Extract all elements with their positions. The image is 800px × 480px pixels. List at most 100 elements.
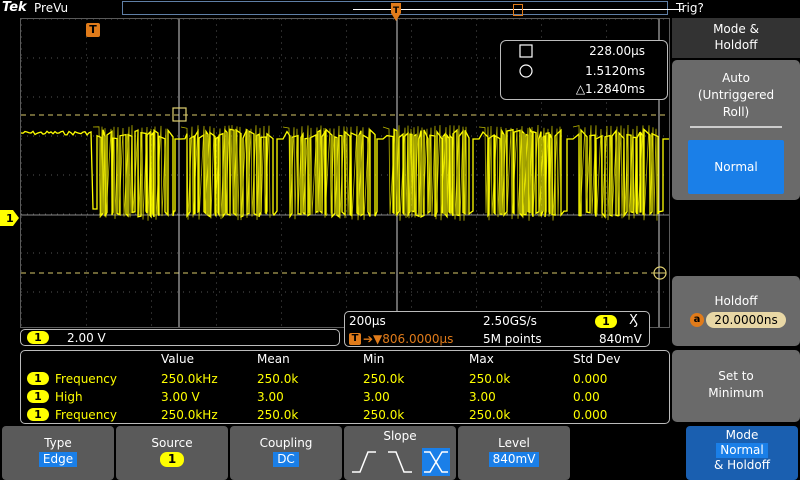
- trigger-source-button[interactable]: Source 1: [116, 426, 228, 480]
- cursor-a-row: 228.00µs: [501, 43, 669, 61]
- table-row[interactable]: 1 High 3.00 V 3.00 3.00 3.00 0.00: [21, 388, 669, 406]
- measurement-min: 250.0k: [363, 408, 405, 422]
- cursor-a-value: 228.00µs: [589, 44, 645, 58]
- measurement-mean: 250.0k: [257, 408, 299, 422]
- measurement-stddev: 0.000: [573, 408, 608, 422]
- channel1-scale-readout[interactable]: 1 2.00 V: [20, 329, 340, 346]
- mode-line1: Mode: [725, 428, 759, 442]
- measurement-max: 250.0k: [469, 372, 511, 386]
- row-channel-badge: 1: [27, 372, 49, 385]
- row-channel-badge: 1: [27, 408, 49, 421]
- trigger-type-button[interactable]: Type Edge: [2, 426, 114, 480]
- trigger-coupling-button[interactable]: Coupling DC: [230, 426, 342, 480]
- record-length: 5M points: [483, 332, 542, 346]
- trigger-position-icon: T: [349, 333, 361, 345]
- horizontal-scale: 200µs: [349, 314, 386, 328]
- measurement-name: Frequency: [55, 372, 117, 386]
- measurement-value: 250.0kHz: [161, 408, 218, 422]
- holdoff-button[interactable]: Holdoff a 20.0000ns: [672, 276, 800, 346]
- row-channel-badge: 1: [27, 390, 49, 403]
- brand-logo: Tek: [2, 0, 27, 15]
- measurement-stddev: 0.000: [573, 372, 608, 386]
- measurement-mean: 250.0k: [257, 372, 299, 386]
- mode-line3: & Holdoff: [713, 458, 771, 472]
- trigger-type-label: Type: [44, 436, 72, 450]
- bottom-menu: Type Edge Source 1 Coupling DC Slope Lev…: [0, 426, 800, 480]
- measurement-mean: 3.00: [257, 390, 284, 404]
- set-to-minimum-line1: Set to: [718, 369, 754, 383]
- measurement-value: 3.00 V: [161, 390, 200, 404]
- measurement-stddev: 0.00: [573, 390, 600, 404]
- trigger-coupling-value: DC: [273, 452, 299, 467]
- multipurpose-knob-a-icon: a: [690, 313, 704, 327]
- trigger-level-readout: 840mV: [599, 332, 642, 346]
- rising-edge-icon[interactable]: [350, 448, 378, 476]
- cursor-delta-value: △1.2840ms: [575, 82, 645, 96]
- record-trigger-arrow-label: T: [393, 6, 400, 16]
- record-window-marker[interactable]: [513, 4, 523, 16]
- trigger-position-value: ➔▼806.0000µs: [363, 332, 454, 346]
- column-header-stddev: Std Dev: [573, 352, 621, 366]
- channel1-badge: 1: [27, 331, 49, 344]
- trigger-slope-label: Slope: [383, 429, 417, 443]
- holdoff-value[interactable]: 20.0000ns: [706, 312, 786, 328]
- measurement-name: Frequency: [55, 408, 117, 422]
- trigger-source-badge: 1: [595, 315, 617, 328]
- trigger-coupling-label: Coupling: [259, 436, 313, 450]
- either-edge-icon[interactable]: [422, 448, 450, 476]
- trigger-slope-button[interactable]: Slope: [344, 426, 456, 480]
- mode-auto-option[interactable]: Auto (Untriggered Roll): [672, 70, 800, 121]
- side-menu: Mode & Holdoff Auto (Untriggered Roll) N…: [672, 18, 800, 424]
- acquisition-mode-label: PreVu: [34, 1, 69, 15]
- sample-rate: 2.50GS/s: [483, 314, 537, 328]
- mode-divider: [690, 126, 782, 128]
- side-menu-title: Mode & Holdoff: [672, 18, 800, 58]
- table-row[interactable]: 1 Frequency 250.0kHz 250.0k 250.0k 250.0…: [21, 370, 669, 388]
- holdoff-label: Holdoff: [714, 294, 758, 308]
- measurement-table: Value Mean Min Max Std Dev 1 Frequency 2…: [20, 350, 670, 424]
- trigger-mode-holdoff-button[interactable]: Mode Normal & Holdoff: [686, 426, 798, 480]
- trigger-status: Trig?: [676, 1, 704, 15]
- trigger-position-marker-icon[interactable]: T: [86, 23, 100, 37]
- measurement-name: High: [55, 390, 83, 404]
- trigger-mode-selector[interactable]: Auto (Untriggered Roll) Normal: [672, 60, 800, 200]
- cursor-b-row: 1.5120ms: [501, 63, 669, 81]
- mode-holdoff-text: Mode Normal & Holdoff: [686, 428, 798, 473]
- column-header-max: Max: [469, 352, 494, 366]
- mode-auto-line3: Roll): [722, 105, 750, 119]
- set-to-minimum-button[interactable]: Set to Minimum: [672, 350, 800, 422]
- mode-line2: Normal: [716, 443, 768, 458]
- falling-edge-icon[interactable]: [386, 448, 414, 476]
- channel1-ground-marker[interactable]: 1: [0, 210, 20, 226]
- set-to-minimum-line2: Minimum: [708, 386, 764, 400]
- channel1-scale-value: 2.00 V: [67, 331, 106, 345]
- trigger-source-value: 1: [160, 452, 184, 467]
- measurement-max: 3.00: [469, 390, 496, 404]
- cursor-delta-row: △1.2840ms: [501, 81, 669, 99]
- measurement-min: 3.00: [363, 390, 390, 404]
- mode-normal-option[interactable]: Normal: [688, 140, 784, 194]
- column-header-mean: Mean: [257, 352, 290, 366]
- side-menu-title-line2: Holdoff: [714, 38, 758, 52]
- trigger-level-button[interactable]: Level 840mV: [458, 426, 570, 480]
- trigger-source-label: Source: [151, 436, 193, 450]
- trigger-either-edge-icon: Ӽ: [629, 313, 638, 328]
- cursor-readout: 228.00µs 1.5120ms △1.2840ms: [500, 40, 668, 100]
- mode-auto-line1: Auto: [722, 71, 750, 85]
- column-header-value: Value: [161, 352, 194, 366]
- measurement-max: 250.0k: [469, 408, 511, 422]
- side-menu-title-line1: Mode &: [713, 22, 759, 36]
- timebase-readout[interactable]: 200µs 2.50GS/s 1 Ӽ T ➔▼806.0000µs 5M poi…: [344, 311, 650, 347]
- trigger-level-label: Level: [498, 436, 530, 450]
- mode-auto-line2: (Untriggered: [697, 88, 775, 102]
- square-icon: [519, 44, 533, 58]
- measurement-value: 250.0kHz: [161, 372, 218, 386]
- record-trigger-arrow-icon: T: [391, 3, 401, 21]
- cursor-b-value: 1.5120ms: [585, 64, 645, 78]
- trigger-type-value: Edge: [38, 452, 78, 467]
- trigger-level-value: 840mV: [488, 452, 540, 467]
- measurement-min: 250.0k: [363, 372, 405, 386]
- column-header-min: Min: [363, 352, 385, 366]
- circle-icon: [519, 64, 533, 78]
- table-row[interactable]: 1 Frequency 250.0kHz 250.0k 250.0k 250.0…: [21, 406, 669, 424]
